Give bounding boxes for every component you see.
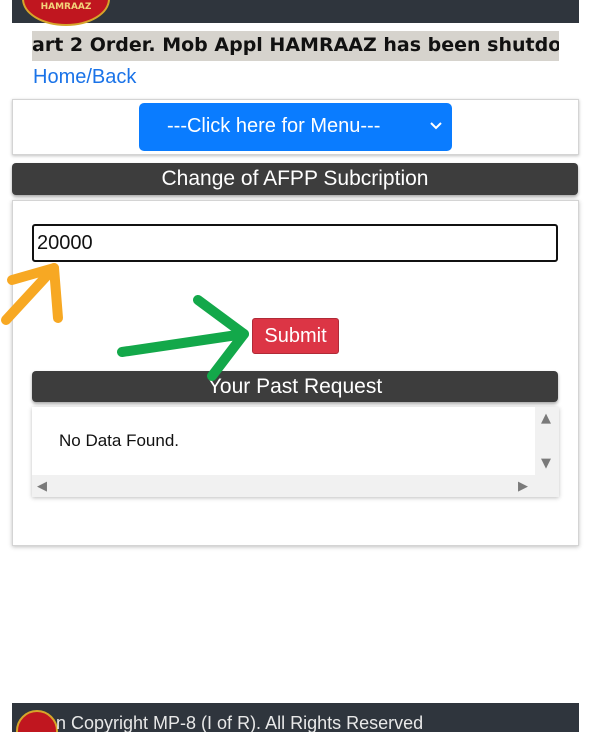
green-arrow-icon <box>117 295 249 381</box>
footer-bar: n Copyright MP-8 (I of R). All Rights Re… <box>12 703 579 732</box>
footer-logo <box>16 710 58 732</box>
copyright-text: n Copyright MP-8 (I of R). All Rights Re… <box>56 713 424 732</box>
orange-arrow-icon <box>1 263 63 325</box>
annotation-arrows <box>1 263 249 381</box>
